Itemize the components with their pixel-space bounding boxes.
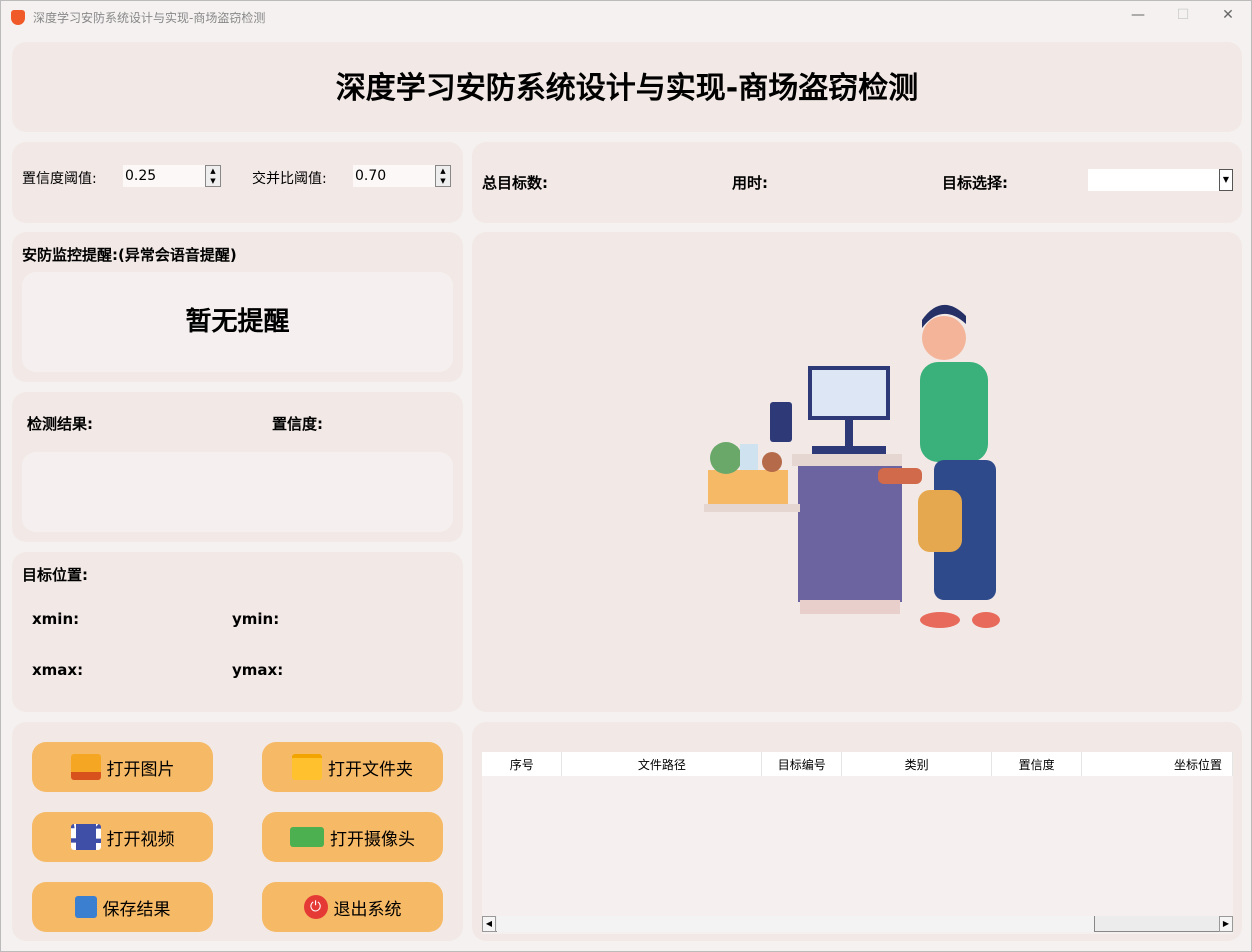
column-header[interactable]: 类别 — [841, 752, 993, 776]
iou-threshold-label: 交并比阈值: — [252, 171, 327, 187]
spin-arrows-icon[interactable]: ▲ ▼ — [435, 165, 451, 187]
iou-threshold-value: 0.70 — [355, 168, 387, 184]
video-icon — [70, 824, 101, 850]
app-logo-icon — [11, 9, 25, 25]
chevron-down-icon[interactable]: ▼ — [1219, 169, 1233, 191]
open-video-label: 打开视频 — [106, 829, 175, 850]
open-camera-label: 打开摄像头 — [330, 829, 415, 850]
ymax-label: ymax: — [232, 661, 284, 679]
camera-icon — [290, 827, 324, 847]
column-header[interactable]: 目标编号 — [761, 752, 843, 776]
scroll-left-icon[interactable]: ◀ — [482, 916, 496, 932]
horizontal-scrollbar[interactable]: ◀ ▶ — [482, 916, 1233, 932]
title-bar: 深度学习安防系统设计与实现-商场盗窃检测 — ☐ ✕ — [1, 1, 1252, 33]
column-header[interactable]: 置信度 — [991, 752, 1083, 776]
alert-panel: 安防监控提醒:(异常会语音提醒) 暂无提醒 — [12, 232, 463, 382]
image-display-panel — [472, 232, 1242, 712]
open-camera-button[interactable]: 打开摄像头 — [262, 812, 443, 862]
open-image-button[interactable]: 打开图片 — [32, 742, 213, 792]
save-results-label: 保存结果 — [102, 899, 171, 920]
minimize-button[interactable]: — — [1123, 7, 1153, 23]
conf-threshold-spinbox[interactable]: 0.25 ▲ ▼ — [123, 165, 221, 187]
open-video-button[interactable]: 打开视频 — [32, 812, 213, 862]
placeholder-illustration — [704, 304, 1000, 628]
page-title: 深度学习安防系统设计与实现-商场盗窃检测 — [335, 71, 919, 106]
power-icon: ⏻ — [303, 895, 328, 919]
stats-panel: 总目标数: 用时: 目标选择: ▼ — [472, 142, 1242, 223]
save-disk-icon — [74, 896, 97, 918]
folder-icon — [292, 754, 322, 780]
ymin-label: ymin: — [232, 610, 280, 628]
params-panel: 置信度阈值: 0.25 ▲ ▼ 交并比阈值: 0.70 ▲ ▼ — [12, 142, 463, 223]
column-header[interactable]: 序号 — [482, 752, 563, 776]
position-label: 目标位置: — [22, 566, 88, 584]
target-select-dropdown[interactable]: ▼ — [1088, 169, 1233, 191]
xmax-label: xmax: — [32, 661, 84, 679]
position-panel: 目标位置: xmin: ymin: xmax: ymax: — [12, 552, 463, 712]
result-panel: 检测结果: 置信度: — [12, 392, 463, 542]
detection-result-label: 检测结果: — [27, 415, 93, 433]
iou-threshold-spinbox[interactable]: 0.70 ▲ ▼ — [353, 165, 451, 187]
close-button[interactable]: ✕ — [1213, 7, 1243, 23]
exit-label: 退出系统 — [333, 899, 402, 920]
conf-threshold-value: 0.25 — [125, 168, 157, 184]
actions-panel: 打开图片 打开文件夹 打开视频 打开摄像头 保存结果 ⏻ 退出系统 — [12, 722, 463, 941]
open-folder-button[interactable]: 打开文件夹 — [262, 742, 443, 792]
results-table-panel: 序号 文件路径 目标编号 类别 置信度 坐标位置 ◀ ▶ — [472, 722, 1242, 941]
result-box — [22, 452, 453, 532]
open-folder-label: 打开文件夹 — [328, 759, 413, 780]
alert-message: 暂无提醒 — [22, 272, 453, 372]
table-header-row: 序号 文件路径 目标编号 类别 置信度 坐标位置 — [482, 752, 1233, 776]
result-confidence-label: 置信度: — [272, 415, 323, 433]
results-table[interactable]: 序号 文件路径 目标编号 类别 置信度 坐标位置 ◀ ▶ — [482, 752, 1233, 934]
header-panel: 深度学习安防系统设计与实现-商场盗窃检测 — [12, 42, 1242, 132]
target-select-label: 目标选择: — [942, 174, 1008, 192]
alert-label: 安防监控提醒:(异常会语音提醒) — [22, 246, 237, 264]
image-icon — [70, 754, 101, 780]
xmin-label: xmin: — [32, 610, 80, 628]
spin-arrows-icon[interactable]: ▲ ▼ — [205, 165, 221, 187]
column-header[interactable]: 坐标位置 — [1081, 752, 1233, 776]
save-results-button[interactable]: 保存结果 — [32, 882, 213, 932]
column-header[interactable]: 文件路径 — [561, 752, 763, 776]
conf-threshold-label: 置信度阈值: — [22, 171, 97, 187]
time-label: 用时: — [732, 174, 768, 192]
scrollbar-thumb[interactable] — [497, 916, 1095, 932]
scroll-right-icon[interactable]: ▶ — [1219, 916, 1233, 932]
open-image-label: 打开图片 — [106, 759, 175, 780]
window-title: 深度学习安防系统设计与实现-商场盗窃检测 — [33, 10, 266, 25]
exit-button[interactable]: ⏻ 退出系统 — [262, 882, 443, 932]
maximize-button[interactable]: ☐ — [1168, 7, 1198, 23]
total-targets-label: 总目标数: — [482, 174, 548, 192]
